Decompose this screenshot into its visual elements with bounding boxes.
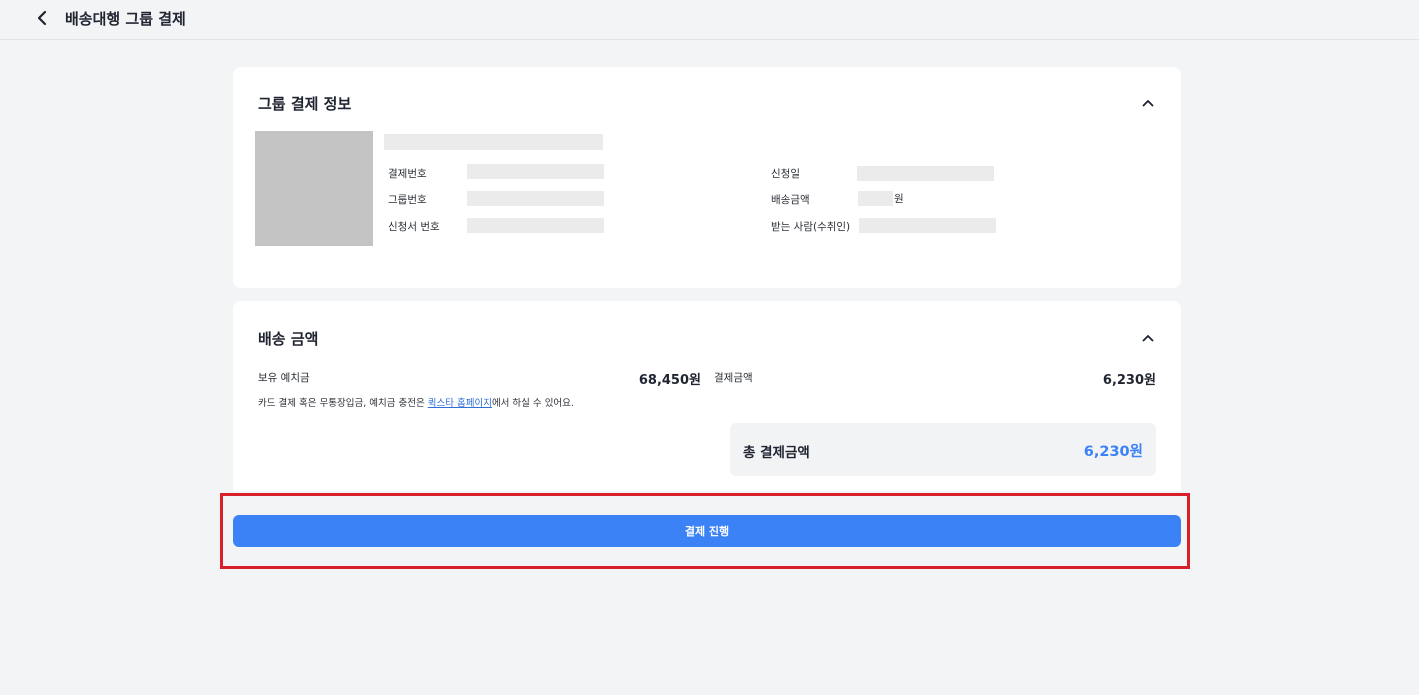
shipping-amount-title: 배송 금액 <box>258 330 319 348</box>
shipping-amount-label: 배송금액 <box>771 194 810 206</box>
product-name-placeholder <box>384 134 603 150</box>
chevron-up-icon <box>1142 335 1154 342</box>
page-title: 배송대행 그룹 결제 <box>65 10 186 28</box>
payment-notice: 카드 결제 혹은 무통장입금, 예치금 충전은 퀵스타 홈페이지에서 하실 수 … <box>258 395 574 409</box>
payment-amount-label: 결제금액 <box>714 372 753 384</box>
product-thumbnail <box>255 131 373 246</box>
group-payment-info-title: 그룹 결제 정보 <box>258 95 352 113</box>
request-date-value <box>857 166 994 181</box>
payment-no-label: 결제번호 <box>388 168 427 180</box>
group-no-value <box>467 191 604 206</box>
notice-text-after: 에서 하실 수 있어요. <box>491 398 574 409</box>
recipient-label: 받는 사람(수취인) <box>771 221 851 233</box>
shipping-amount-card: 배송 금액 보유 예치금 68,450원 결제금액 6,230원 카드 결제 혹… <box>233 301 1181 491</box>
top-bar: 배송대행 그룹 결제 <box>0 0 1419 40</box>
notice-text-before: 카드 결제 혹은 무통장입금, 예치금 충전은 <box>258 398 428 409</box>
payment-amount-value: 6,230원 <box>1102 373 1156 388</box>
payment-no-value <box>467 164 604 179</box>
shipping-amount-value <box>858 191 893 206</box>
shipping-amount-unit: 원 <box>894 193 904 205</box>
chevron-left-icon <box>37 10 47 26</box>
total-payment-label: 총 결제금액 <box>743 445 810 461</box>
application-no-label: 신청서 번호 <box>388 221 440 233</box>
group-no-label: 그룹번호 <box>388 194 427 206</box>
total-payment-box: 총 결제금액 6,230원 <box>730 423 1156 476</box>
application-no-value <box>467 218 604 233</box>
proceed-payment-button[interactable]: 결제 진행 <box>233 515 1181 547</box>
total-payment-value: 6,230원 <box>1083 444 1143 460</box>
homepage-link[interactable]: 퀵스타 홈페이지 <box>428 398 492 409</box>
back-button[interactable] <box>30 6 54 30</box>
deposit-value: 68,450원 <box>638 373 701 388</box>
chevron-up-icon <box>1142 100 1154 107</box>
group-payment-info-card: 그룹 결제 정보 결제번호 그룹번호 신청서 번호 신청일 배송금액 원 받는 … <box>233 67 1181 288</box>
shipping-amount-collapse-button[interactable] <box>1137 327 1159 349</box>
group-info-collapse-button[interactable] <box>1137 92 1159 114</box>
recipient-value <box>859 218 996 233</box>
deposit-label: 보유 예치금 <box>258 372 310 384</box>
request-date-label: 신청일 <box>771 168 800 180</box>
